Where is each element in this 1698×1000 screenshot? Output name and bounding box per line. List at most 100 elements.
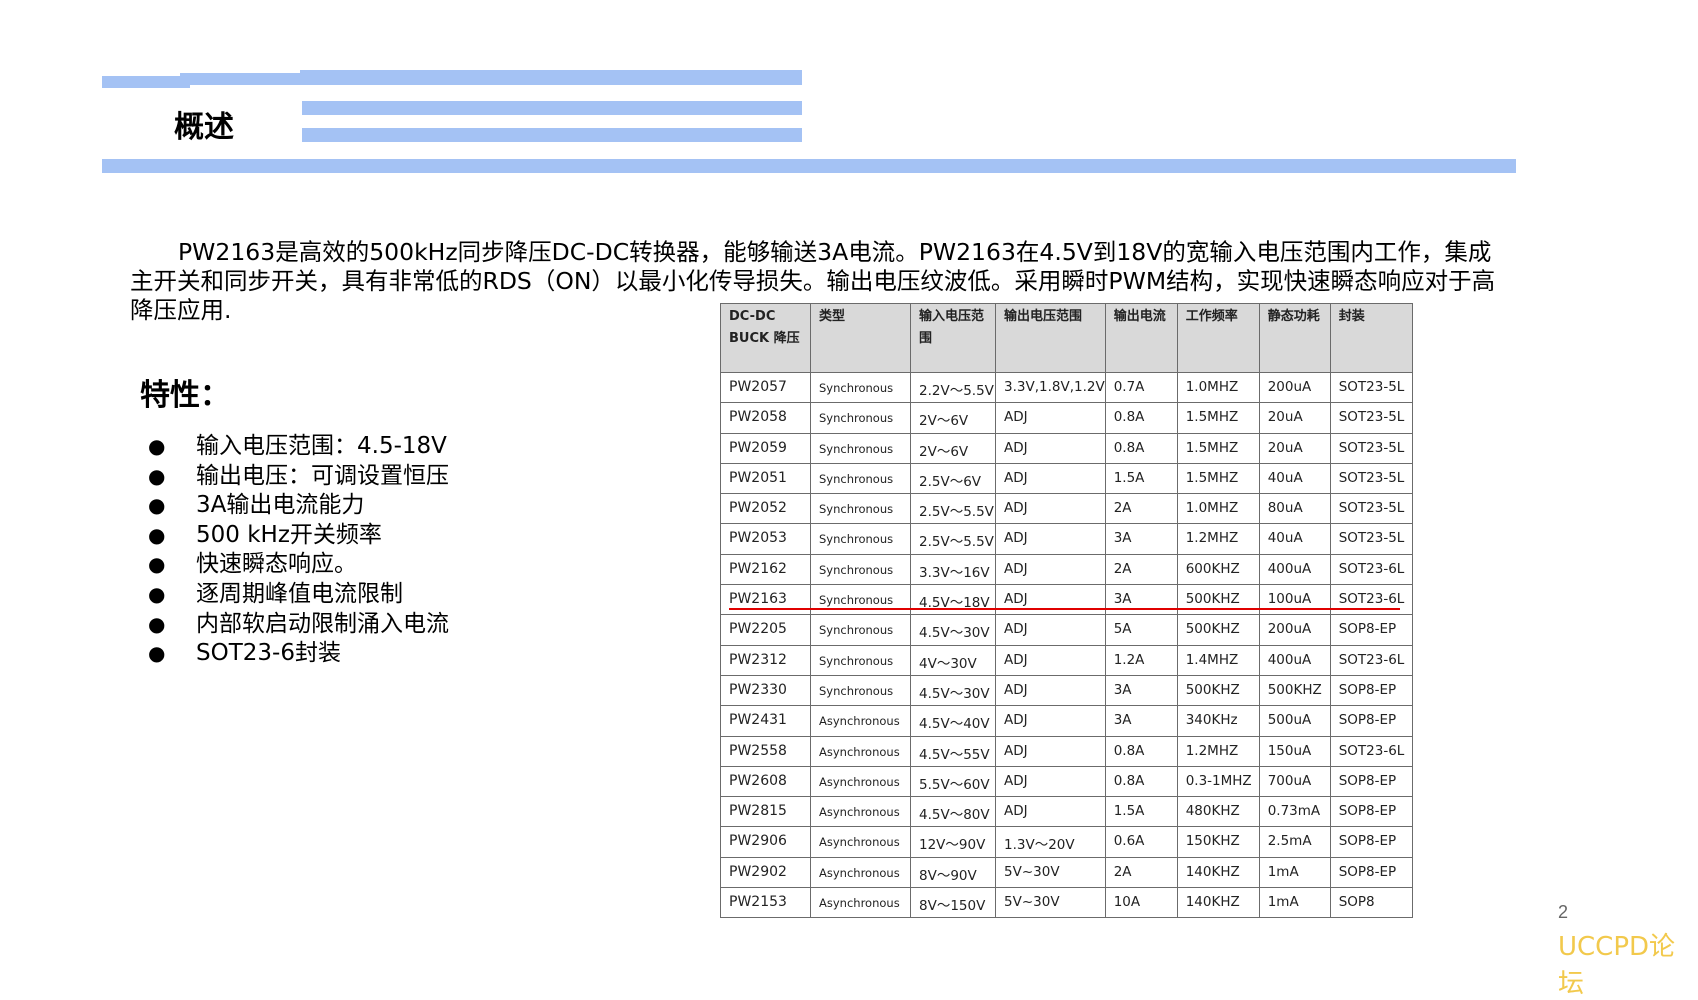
- table-row: PW2431 Asynchronous 4.5V～40V ADJ 3A 340KHz 500…: [720, 705, 1413, 737]
- bullet-icon: ●: [148, 434, 166, 458]
- table-cell: SOP8-EP: [1329, 614, 1413, 646]
- table-row: PW2330 Synchronous 4.5V～30V ADJ 3A 500KHZ 500K…: [720, 674, 1413, 707]
- bullet-icon: ●: [148, 581, 166, 606]
- table-row: PW2906 Asynchronous 12V～90V 1.3V～20V 0.6A 150…: [720, 826, 1413, 858]
- table-cell: Synchronous: [810, 493, 911, 525]
- feature-item: ● 快速瞬态响应。: [148, 550, 449, 580]
- table-cell: 0.7A: [1104, 371, 1178, 404]
- table-row: PW2163 Synchronous 4.5V～18V ADJ 3A 500KHZ 100u…: [720, 584, 1413, 616]
- table-cell: Asynchronous: [810, 735, 911, 767]
- table-cell: 4.5V～30V: [910, 614, 996, 646]
- table-cell: 700uA: [1258, 765, 1331, 798]
- table-cell: Asynchronous: [810, 856, 911, 889]
- table-cell: PW2608: [720, 765, 811, 798]
- feature-text: 3A输出电流能力: [196, 492, 365, 519]
- section-title: 概述: [174, 110, 234, 145]
- table-cell: Asynchronous: [810, 826, 911, 858]
- table-cell: SOT23-6L: [1329, 584, 1413, 616]
- table-header-row: DC-DC BUCK 降压 类型 输入电压范围 输出电压范围 输出电流 工作频率…: [720, 303, 1413, 373]
- feature-item: ● 500 kHz开关频率: [148, 521, 449, 551]
- feature-item: ● SOT23-6封装: [148, 639, 449, 669]
- forum-watermark: UCCPD论坛: [1558, 932, 1676, 999]
- table-cell: 1.4MHZ: [1176, 644, 1260, 676]
- bullet-icon: ●: [148, 463, 166, 488]
- table-cell: 1.5MHZ: [1176, 432, 1260, 464]
- table-cell: ADJ: [995, 493, 1106, 525]
- table-cell: Synchronous: [810, 674, 911, 707]
- table-cell: 2.2V～5.5V: [910, 371, 996, 404]
- table-cell: Synchronous: [810, 644, 911, 676]
- table-cell: 4V～30V: [910, 644, 996, 676]
- table-cell: Synchronous: [810, 371, 911, 404]
- table-cell: 500uA: [1258, 705, 1331, 737]
- table-cell: 1.5MHZ: [1176, 402, 1260, 434]
- bullet-icon: ●: [148, 611, 166, 636]
- table-cell: 5A: [1104, 614, 1178, 646]
- table-cell: PW2312: [720, 644, 811, 676]
- table-cell: PW2059: [720, 432, 811, 464]
- table-cell: 40uA: [1258, 462, 1331, 495]
- table-row: PW2051 Synchronous 2.5V～6V ADJ 1.5A 1.5MHZ 40u…: [720, 462, 1413, 495]
- spec-table-wrapper: DC-DC BUCK 降压 类型 输入电压范围 输出电压范围 输出电流 工作频率…: [720, 303, 1413, 919]
- table-cell: PW2558: [720, 735, 811, 767]
- table-cell: ADJ: [995, 523, 1106, 555]
- table-cell: 5.5V～60V: [910, 765, 996, 798]
- table-cell: SOT23-6L: [1329, 553, 1413, 586]
- table-cell: SOP8-EP: [1329, 796, 1413, 828]
- table-cell: PW2902: [720, 856, 811, 889]
- table-cell: SOP8: [1329, 887, 1413, 919]
- table-cell: 3.3V,1.8V,1.2V: [995, 371, 1106, 404]
- table-cell: 2V～6V: [910, 432, 996, 464]
- column-header: 静态功耗: [1258, 303, 1331, 373]
- table-cell: ADJ: [995, 796, 1106, 828]
- table-cell: ADJ: [995, 765, 1106, 798]
- table-cell: SOT23-6L: [1329, 735, 1413, 767]
- table-cell: 2V～6V: [910, 402, 996, 434]
- table-cell: PW2052: [720, 493, 811, 525]
- table-cell: ADJ: [995, 584, 1106, 616]
- table-row: PW2902 Asynchronous 8V～90V 5V~30V 2A 140KHZ 1m…: [720, 856, 1413, 889]
- table-cell: 1.0MHZ: [1176, 371, 1260, 404]
- table-cell: PW2163: [720, 584, 811, 616]
- table-cell: 340KHz: [1176, 705, 1260, 737]
- table-cell: Asynchronous: [810, 765, 911, 798]
- page-number: 2: [1558, 902, 1569, 922]
- table-cell: Asynchronous: [810, 796, 911, 828]
- table-cell: 140KHZ: [1176, 856, 1260, 889]
- features-title: 特性：: [140, 378, 230, 413]
- table-cell: 400uA: [1258, 553, 1331, 586]
- table-cell: 2A: [1104, 493, 1178, 525]
- spec-table: DC-DC BUCK 降压 类型 输入电压范围 输出电压范围 输出电流 工作频率…: [720, 303, 1413, 919]
- table-cell: 10A: [1104, 887, 1178, 919]
- table-cell: 0.8A: [1104, 765, 1178, 798]
- table-cell: ADJ: [995, 402, 1106, 434]
- feature-item: ● 逐周期峰值电流限制: [148, 580, 449, 610]
- table-cell: Synchronous: [810, 402, 911, 434]
- table-cell: Synchronous: [810, 462, 911, 495]
- table-cell: 3A: [1104, 674, 1178, 707]
- table-cell: 4.5V～40V: [910, 705, 996, 737]
- table-cell: 0.8A: [1104, 432, 1178, 464]
- column-header: 工作频率: [1176, 303, 1260, 373]
- table-cell: 1mA: [1258, 887, 1331, 919]
- table-cell: 1.2MHZ: [1176, 735, 1260, 767]
- table-cell: 1.2MHZ: [1176, 523, 1260, 555]
- table-cell: 8V～90V: [910, 856, 996, 889]
- highlight-underline: [728, 607, 1401, 610]
- table-cell: Synchronous: [810, 553, 911, 586]
- feature-item: ● 3A输出电流能力: [148, 491, 449, 521]
- table-cell: SOP8-EP: [1329, 856, 1413, 889]
- table-cell: PW2051: [720, 462, 811, 495]
- table-cell: SOT23-5L: [1329, 432, 1413, 464]
- table-cell: Synchronous: [810, 584, 911, 616]
- column-header: 输出电压范围: [995, 303, 1106, 373]
- table-cell: 5V~30V: [995, 856, 1106, 889]
- table-cell: SOT23-5L: [1329, 462, 1413, 495]
- table-cell: ADJ: [995, 553, 1106, 586]
- header-bar-top-2: [300, 70, 802, 80]
- table-cell: 500KHZ: [1176, 584, 1260, 616]
- table-cell: 3A: [1104, 584, 1178, 616]
- table-cell: PW2906: [720, 826, 811, 858]
- column-header: 输出电流: [1104, 303, 1178, 373]
- table-row: PW2057 Synchronous 2.2V～5.5V 3.3V,1.8V,1.2V…: [720, 371, 1413, 404]
